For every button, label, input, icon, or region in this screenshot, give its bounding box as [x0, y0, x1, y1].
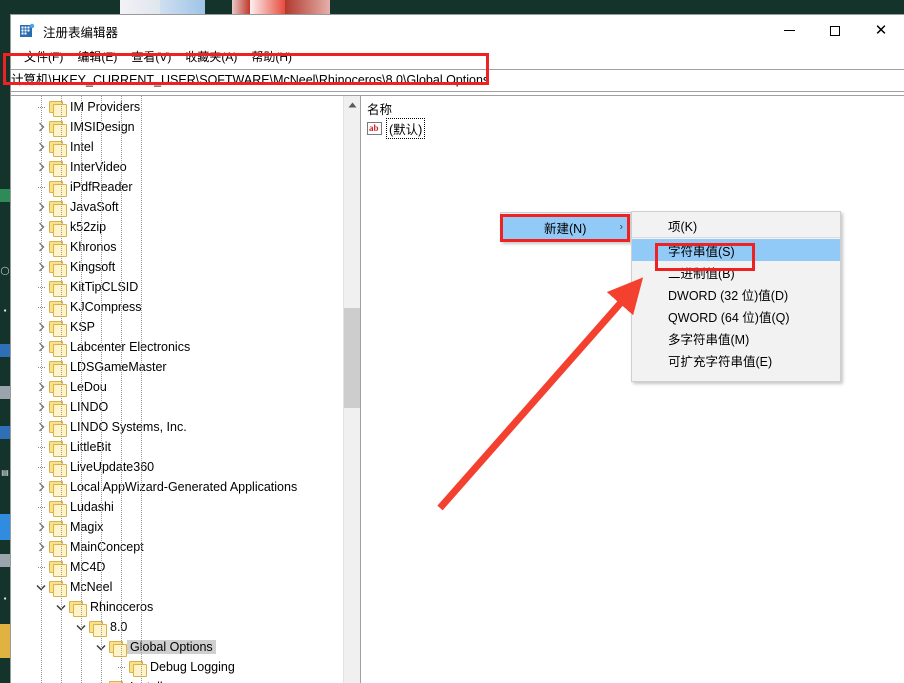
desktop-left-rail: ▪ ◯ ▪ ▤ ▪ — [0, 14, 10, 683]
registry-values-pane: 名称 ab (默认) — [361, 95, 904, 683]
submenu-item[interactable]: QWORD (64 位)值(Q) — [632, 305, 840, 327]
registry-editor-icon — [20, 23, 35, 37]
tree-indent-guide — [81, 96, 82, 683]
tree-item-label: Labcenter Electronics — [70, 340, 191, 354]
desktop-rail-icon — [0, 624, 10, 658]
value-row[interactable]: ab (默认) — [361, 117, 904, 139]
tree-item-label: LeDou — [70, 380, 107, 394]
tree-item-label: MC4D — [70, 560, 106, 574]
menu-help[interactable]: 帮助(H) — [244, 47, 299, 67]
context-menu-submenu: 项(K) 字符串值(S) 二进制值(B) DWORD (32 位)值(D) QWORD … — [631, 211, 841, 382]
tree-item-label: 8.0 — [110, 620, 128, 634]
submenu-item[interactable]: DWORD (32 位)值(D) — [632, 283, 840, 305]
close-icon: ✕ — [874, 22, 888, 39]
tree-indent-guide — [41, 96, 42, 683]
desktop-rail-icon: ▪ — [3, 306, 7, 315]
submenu-item[interactable]: 项(K) — [632, 214, 840, 236]
submenu-item[interactable]: 字符串值(S) — [632, 239, 840, 261]
menu-view[interactable]: 查看(V) — [124, 47, 178, 67]
tree-item-label: McNeel — [70, 580, 113, 594]
tree-item-label: MainConcept — [70, 540, 144, 554]
column-name[interactable]: 名称 — [361, 96, 398, 118]
tree-item-label: KSP — [70, 320, 96, 334]
scroll-up-arrow-icon[interactable] — [344, 96, 360, 113]
menu-bar: 文件(F) 编辑(E) 查看(V) 收藏夹(A) 帮助(H) — [11, 46, 904, 67]
tree-item-label: IMSIDesign — [70, 120, 135, 134]
tree-indent-guide — [141, 96, 142, 683]
address-input[interactable]: 计算机\HKEY_CURRENT_USER\SOFTWARE\McNeel\Rh… — [11, 69, 904, 92]
desktop-rail-icon: ◯ — [0, 266, 10, 275]
scrollbar-thumb[interactable] — [344, 308, 360, 408]
submenu-item[interactable]: 二进制值(B) — [632, 261, 840, 283]
context-menu-item-new[interactable]: 新建(N) › — [502, 214, 629, 240]
desktop-rail-icon — [0, 554, 10, 567]
tree-item-label: Kingsoft — [70, 260, 116, 274]
chevron-right-icon: › — [619, 221, 623, 233]
tree-item-label: KitTipCLSID — [70, 280, 139, 294]
submenu-item[interactable]: 可扩充字符串值(E) — [632, 349, 840, 371]
registry-tree-pane: IM Providers IMSIDesign Intel InterVideo iPd… — [11, 95, 361, 683]
minimize-icon — [783, 30, 795, 31]
tree-item-label: LDSGameMaster — [70, 360, 167, 374]
desktop-rail-icon: ▪ — [3, 594, 7, 603]
values-list: ab (默认) — [361, 117, 904, 139]
tree-item-label: KJCompress — [70, 300, 142, 314]
submenu-separator — [632, 237, 840, 238]
menu-file[interactable]: 文件(F) — [17, 47, 70, 67]
submenu-item[interactable]: 多字符串值(M) — [632, 327, 840, 349]
tree-item-label: LittleBit — [70, 440, 111, 454]
desktop-rail-icon — [0, 386, 10, 399]
tree-item-label: Ludashi — [70, 500, 114, 514]
tree-item-label: JavaSoft — [70, 200, 119, 214]
value-name: (默认) — [386, 117, 426, 139]
tree-item-label: Khronos — [70, 240, 117, 254]
title-bar[interactable]: 注册表编辑器 ✕ — [11, 15, 904, 46]
desktop-rail-icon — [0, 189, 10, 202]
tree-item-label: LINDO — [70, 400, 109, 414]
tree-indent-guide — [121, 96, 122, 683]
menu-edit[interactable]: 编辑(E) — [70, 47, 124, 67]
content-area: IM Providers IMSIDesign Intel InterVideo iPd… — [11, 95, 904, 683]
registry-tree-scroll: IM Providers IMSIDesign Intel InterVideo iPd… — [11, 96, 343, 683]
desktop-rail-icon: ▪ — [3, 76, 7, 85]
context-menu-item-new-label: 新建(N) — [544, 221, 587, 236]
close-button[interactable]: ✕ — [858, 15, 904, 46]
tree-vertical-scrollbar[interactable] — [343, 96, 360, 683]
desktop-rail-icon — [0, 514, 10, 540]
desktop-rail-icon: ▤ — [1, 468, 9, 477]
tree-item-label: k52zip — [70, 220, 107, 234]
window-title: 注册表编辑器 — [43, 26, 119, 40]
desktop-rail-icon — [0, 426, 10, 439]
context-menu-parent: 新建(N) › — [500, 212, 631, 242]
minimize-button[interactable] — [766, 15, 812, 46]
tree-indent-guide — [61, 96, 62, 683]
string-value-icon: ab — [367, 121, 382, 135]
tree-item-label: IM Providers — [70, 100, 141, 114]
desktop-top-strip — [0, 0, 340, 14]
values-column-header: 名称 — [361, 96, 904, 118]
maximize-icon — [830, 25, 840, 36]
maximize-button[interactable] — [812, 15, 858, 46]
address-bar-container: 计算机\HKEY_CURRENT_USER\SOFTWARE\McNeel\Rh… — [11, 67, 904, 94]
registry-tree: IM Providers IMSIDesign Intel InterVideo iPd… — [11, 96, 343, 683]
tree-item-label: Debug Logging — [150, 660, 235, 674]
menu-favorites[interactable]: 收藏夹(A) — [178, 47, 244, 67]
tree-item-label: LINDO Systems, Inc. — [70, 420, 187, 434]
desktop-rail-icon — [0, 344, 10, 357]
tree-indent-guide — [101, 96, 102, 683]
